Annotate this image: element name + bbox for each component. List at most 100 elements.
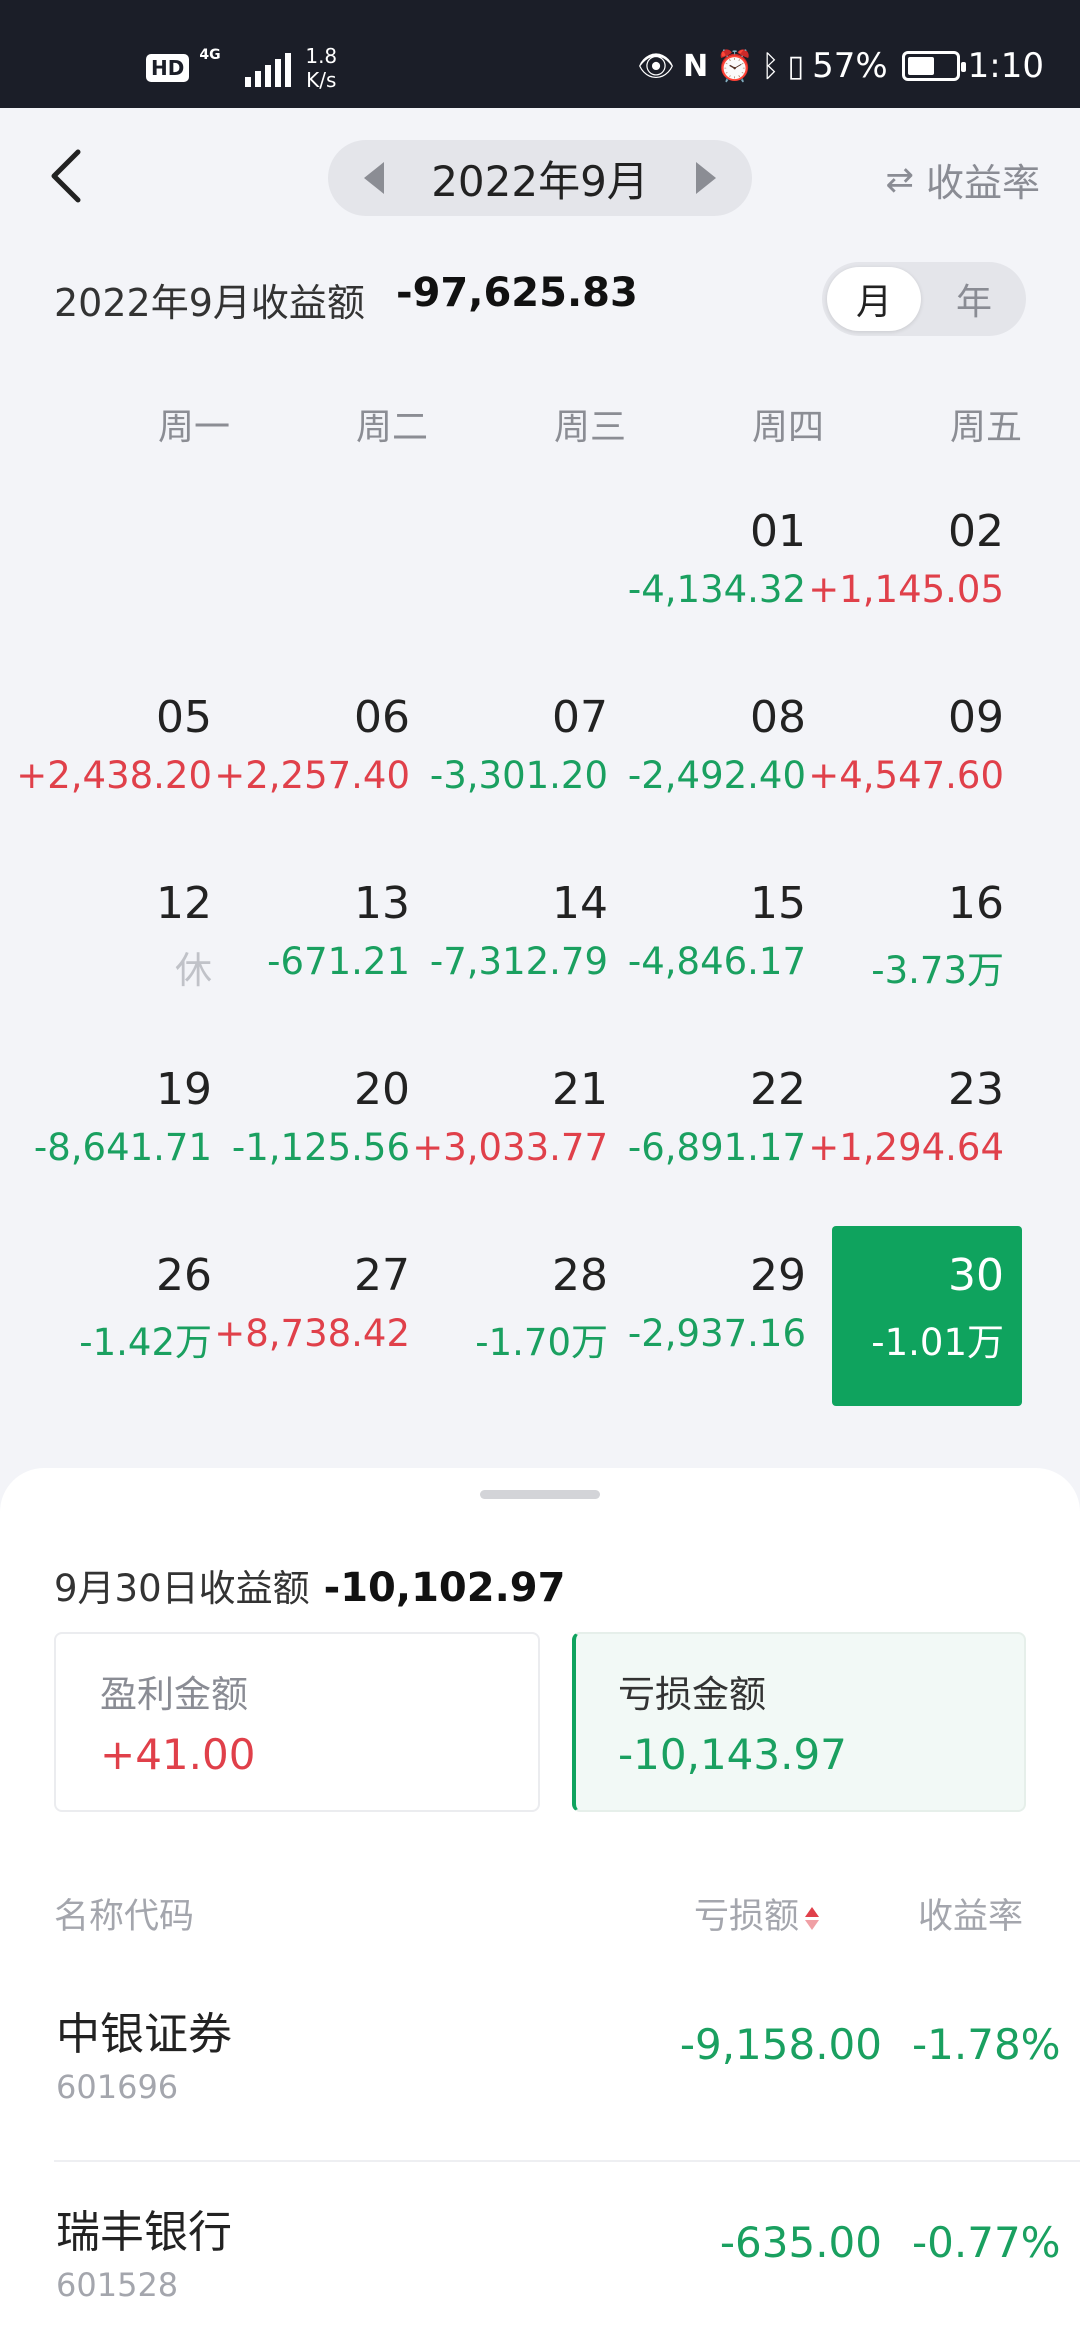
alarm-icon: ⏰ bbox=[716, 48, 754, 84]
day-value: -2,492.40 bbox=[627, 754, 806, 797]
table-row[interactable]: 中银证券 601696 -9,158.00 -1.78% bbox=[54, 1964, 1080, 2162]
col-header-amount[interactable]: 亏损额 bbox=[694, 1888, 820, 1939]
sort-icon bbox=[805, 1903, 820, 1933]
weekday-tue: 周二 bbox=[355, 407, 428, 448]
day-number: 22 bbox=[750, 1064, 806, 1115]
profit-card[interactable]: 盈利金额 +41.00 bbox=[54, 1632, 540, 1812]
loss-label: 亏损金额 bbox=[618, 1673, 766, 1716]
day-number: 01 bbox=[750, 506, 806, 557]
battery-icon bbox=[901, 51, 966, 81]
profit-value: +41.00 bbox=[100, 1730, 256, 1779]
day-number: 16 bbox=[948, 878, 1004, 929]
calendar-day-selected[interactable]: 30 -1.01万 bbox=[832, 1226, 1022, 1406]
hd-badge: HD bbox=[146, 54, 190, 82]
prev-month-icon[interactable] bbox=[364, 162, 384, 194]
segment-year[interactable]: 年 bbox=[927, 267, 1021, 331]
calendar-day[interactable]: 19 -8,641.71 bbox=[34, 1040, 230, 1200]
rate-toggle-label: 收益率 bbox=[925, 161, 1040, 205]
calendar-day[interactable]: 26 -1.42万 bbox=[40, 1226, 230, 1386]
calendar-day[interactable]: 02 +1,145.05 bbox=[808, 482, 1022, 642]
stock-amount: -635.00 bbox=[719, 2218, 882, 2267]
day-number: 14 bbox=[552, 878, 608, 929]
day-number: 21 bbox=[552, 1064, 608, 1115]
loss-card[interactable]: 亏损金额 -10,143.97 bbox=[572, 1632, 1026, 1812]
calendar-day[interactable]: 27 +8,738.42 bbox=[214, 1226, 428, 1386]
calendar-day[interactable]: 15 -4,846.17 bbox=[628, 854, 824, 1014]
signal-icon: 4G bbox=[199, 47, 295, 89]
calendar-day[interactable]: 12 休 bbox=[40, 854, 230, 1014]
day-number: 13 bbox=[354, 878, 410, 929]
clock: 1:10 bbox=[967, 46, 1044, 86]
day-value: -1,125.56 bbox=[231, 1126, 410, 1169]
calendar-day[interactable]: 07 -3,301.20 bbox=[430, 668, 626, 828]
day-value: +2,257.40 bbox=[214, 754, 410, 797]
col-header-name: 名称代码 bbox=[54, 1897, 195, 1937]
col-header-amount-label: 亏损额 bbox=[694, 1897, 800, 1937]
period-segmented-control: 月 年 bbox=[822, 262, 1026, 336]
day-number: 29 bbox=[750, 1250, 806, 1301]
month-label[interactable]: 2022年9月 bbox=[431, 148, 649, 209]
day-number: 30 bbox=[948, 1250, 1004, 1301]
day-number: 08 bbox=[750, 692, 806, 743]
day-number: 06 bbox=[354, 692, 410, 743]
calendar-day[interactable]: 06 +2,257.40 bbox=[214, 668, 428, 828]
battery-percent: 57% bbox=[812, 46, 888, 86]
segment-month[interactable]: 月 bbox=[827, 267, 921, 331]
stock-code: 601696 bbox=[56, 2068, 179, 2106]
month-summary-value: -97,625.83 bbox=[396, 270, 638, 316]
status-bar: HD 4G 1.8 K/s 👁 N ⏰ ᛒ ▯ 57% 1:10 bbox=[0, 0, 1080, 108]
vibrate-icon: ▯ bbox=[787, 48, 805, 84]
day-value: -671.21 bbox=[267, 940, 410, 983]
stock-code: 601528 bbox=[56, 2266, 179, 2304]
day-number: 20 bbox=[354, 1064, 410, 1115]
day-value: -4,134.32 bbox=[627, 568, 806, 611]
calendar-day[interactable]: 13 -671.21 bbox=[238, 854, 428, 1014]
profit-label: 盈利金额 bbox=[100, 1673, 248, 1716]
status-left: HD 4G 1.8 K/s bbox=[146, 44, 337, 92]
weekday-wed: 周三 bbox=[553, 407, 626, 448]
calendar-day[interactable]: 20 -1,125.56 bbox=[232, 1040, 428, 1200]
calendar-day[interactable]: 28 -1.70万 bbox=[436, 1226, 626, 1386]
status-right: 👁 N ⏰ ᛒ ▯ 57% 1:10 bbox=[637, 46, 1044, 86]
calendar-day[interactable]: 16 -3.73万 bbox=[832, 854, 1022, 1014]
stock-rate: -1.78% bbox=[912, 2020, 1061, 2069]
calendar-day[interactable]: 08 -2,492.40 bbox=[628, 668, 824, 828]
stock-name: 中银证券 bbox=[56, 2009, 232, 2060]
day-value: +3,033.77 bbox=[412, 1126, 608, 1169]
table-row[interactable]: 瑞丰银行 601528 -635.00 -0.77% bbox=[54, 2162, 1080, 2340]
day-value: -8,641.71 bbox=[33, 1126, 212, 1169]
month-summary: 2022年9月收益额 -97,625.83 月 年 bbox=[0, 262, 1080, 342]
day-value: +1,294.64 bbox=[808, 1126, 1004, 1169]
calendar-day[interactable]: 23 +1,294.64 bbox=[808, 1040, 1022, 1200]
calendar-day[interactable]: 14 -7,312.79 bbox=[430, 854, 626, 1014]
calendar-day[interactable]: 09 +4,547.60 bbox=[808, 668, 1022, 828]
eye-icon: 👁 bbox=[636, 48, 676, 84]
back-button[interactable] bbox=[44, 144, 104, 214]
day-detail-panel: 9月30日收益额 -10,102.97 盈利金额 +41.00 亏损金额 -10,… bbox=[0, 1468, 1080, 2340]
day-number: 09 bbox=[948, 692, 1004, 743]
net-speed-value: 1.8 bbox=[305, 44, 338, 68]
next-month-icon[interactable] bbox=[695, 162, 716, 194]
calendar-day[interactable]: 22 -6,891.17 bbox=[628, 1040, 824, 1200]
day-number: 02 bbox=[948, 506, 1004, 557]
drag-handle[interactable] bbox=[480, 1490, 600, 1499]
weekday-mon: 周一 bbox=[157, 407, 230, 448]
calendar-day[interactable]: 29 -2,937.16 bbox=[628, 1226, 824, 1386]
rate-toggle-button[interactable]: ⇄ 收益率 bbox=[885, 152, 1040, 207]
calendar-day[interactable]: 01 -4,134.32 bbox=[628, 482, 824, 642]
day-number: 27 bbox=[354, 1250, 410, 1301]
weekday-thu: 周四 bbox=[751, 407, 824, 448]
stock-name: 瑞丰银行 bbox=[56, 2207, 232, 2258]
day-value: -1.01万 bbox=[871, 1321, 1004, 1364]
day-summary-value: -10,102.97 bbox=[323, 1565, 566, 1611]
net-speed: 1.8 K/s bbox=[305, 44, 337, 92]
calendar-day[interactable]: 21 +3,033.77 bbox=[412, 1040, 626, 1200]
col-header-rate[interactable]: 收益率 bbox=[918, 1888, 1023, 1939]
nfc-icon: N bbox=[683, 48, 709, 84]
day-number: 15 bbox=[750, 878, 806, 929]
back-arrow-icon bbox=[51, 149, 81, 203]
day-value: -7,312.79 bbox=[429, 940, 608, 983]
day-value: -4,846.17 bbox=[627, 940, 806, 983]
month-summary-label: 2022年9月收益额 bbox=[54, 281, 365, 325]
calendar-day[interactable]: 05 +2,438.20 bbox=[16, 668, 230, 828]
